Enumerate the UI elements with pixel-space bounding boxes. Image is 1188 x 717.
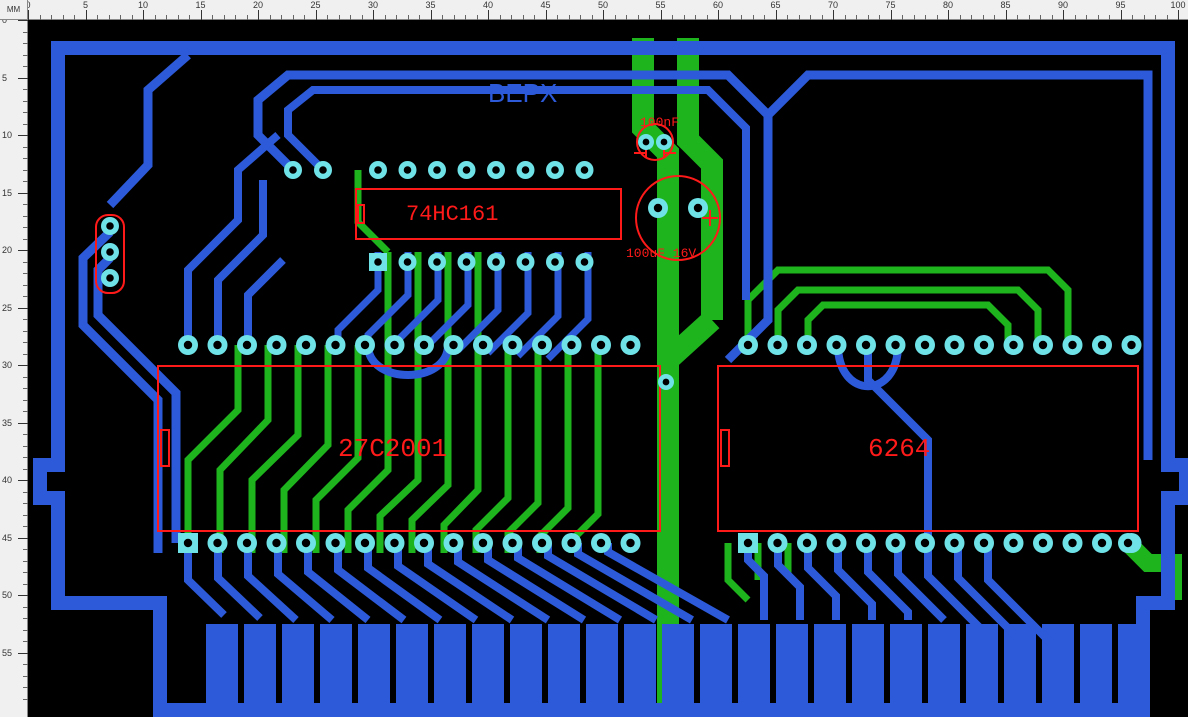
ic3-label: 6264 — [868, 434, 930, 464]
ruler-vertical[interactable]: 0510152025303540455055 — [0, 20, 28, 717]
cap2-label: 100uF 16V — [626, 246, 696, 261]
silkscreen-layer — [96, 124, 1138, 531]
pcb-canvas[interactable]: BEPX 74HC161 27C2001 6264 100nF 100uF 16… — [28, 20, 1188, 717]
pcb-svg: BEPX 74HC161 27C2001 6264 100nF 100uF 16… — [28, 20, 1188, 717]
ic1-label: 74HC161 — [406, 202, 498, 227]
pcb-editor-root: MM 0510152025303540455055606570758085909… — [0, 0, 1188, 717]
ruler-horizontal[interactable]: 0510152025303540455055606570758085909510… — [28, 0, 1188, 20]
edge-connector — [206, 624, 1150, 708]
top-copper-layer — [40, 48, 1186, 710]
cap1-label: 100nF — [640, 115, 679, 130]
top-marking: BEPX — [488, 78, 557, 108]
ruler-unit-label: MM — [0, 0, 28, 20]
ic2-label: 27C2001 — [338, 434, 447, 464]
